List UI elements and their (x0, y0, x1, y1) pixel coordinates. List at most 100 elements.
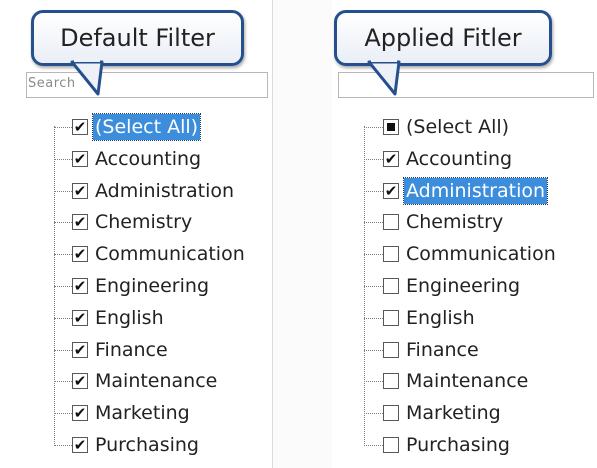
filter-item[interactable]: ✔ Administration (72, 176, 236, 206)
tree-line (54, 126, 55, 444)
checkmark-icon: ✔ (384, 181, 398, 200)
callout-pointer (70, 58, 104, 96)
checkmark-icon: ✔ (73, 372, 87, 391)
callout-pointer (367, 58, 401, 96)
filter-item[interactable]: ✔ Finance (72, 335, 170, 365)
filter-item[interactable]: Marketing (383, 398, 503, 428)
filter-item[interactable]: ✔ Accounting (383, 144, 514, 174)
indeterminate-icon (387, 123, 395, 131)
filter-item[interactable]: Engineering (383, 271, 522, 301)
filter-item-label: Administration (95, 179, 235, 202)
tree-connector (54, 381, 72, 383)
filter-list-applied: (Select All) ✔ Accounting ✔ Administration Ch… (332, 112, 597, 468)
filter-item[interactable]: ✔ Marketing (72, 398, 192, 428)
filter-item[interactable]: English (383, 303, 477, 333)
filter-item-label: Finance (95, 338, 168, 361)
checkmark-icon: ✔ (73, 149, 87, 168)
checkmark-icon: ✔ (73, 308, 87, 327)
filter-item[interactable]: Communication (383, 239, 558, 269)
filter-item-label: Accounting (406, 147, 513, 170)
tree-connector (364, 286, 383, 287)
tree-connector (54, 254, 72, 256)
filter-item[interactable]: ✔ Communication (72, 239, 247, 269)
indeterminate-checkbox[interactable] (383, 119, 399, 135)
checkbox[interactable] (383, 278, 399, 294)
checkbox[interactable]: ✔ (72, 404, 88, 423)
tree-line (364, 126, 365, 444)
filter-item-label: (Select All) (406, 116, 510, 138)
tree-connector (364, 445, 383, 446)
filter-item[interactable]: Chemistry (383, 207, 505, 237)
filter-item-label: Purchasing (406, 434, 510, 456)
checkbox[interactable]: ✔ (72, 119, 88, 135)
filter-item-label: Engineering (406, 275, 520, 297)
filter-item-label: English (95, 306, 164, 329)
tree-connector (364, 254, 383, 256)
filter-item-label: Finance (406, 338, 479, 361)
filter-item[interactable]: ✔ Accounting (72, 144, 203, 174)
filter-item[interactable]: Finance (383, 335, 481, 365)
filter-item[interactable]: ✔ Chemistry (72, 207, 194, 237)
tree-connector (364, 222, 383, 224)
tree-connector (364, 349, 383, 351)
tree-connector (54, 190, 72, 192)
filter-item[interactable]: ✔ Engineering (72, 271, 211, 301)
checkbox[interactable]: ✔ (383, 149, 399, 168)
filter-item[interactable]: ✔ English (72, 303, 166, 333)
checkbox[interactable] (383, 437, 399, 453)
filter-item[interactable]: Maintenance (383, 366, 530, 396)
checkmark-icon: ✔ (73, 118, 87, 136)
divider (272, 0, 334, 468)
filter-item-label: Accounting (95, 147, 202, 170)
checkmark-icon: ✔ (73, 436, 87, 454)
filter-list-default: ✔ (Select All) ✔ Accounting ✔ Administration ✔… (0, 112, 272, 468)
tree-connector (364, 381, 383, 383)
checkbox[interactable]: ✔ (72, 372, 88, 391)
checkmark-icon: ✔ (73, 340, 87, 359)
checkbox[interactable]: ✔ (72, 308, 88, 327)
checkbox[interactable]: ✔ (72, 182, 88, 199)
checkbox[interactable] (383, 214, 399, 231)
callout-text: Applied Fitler (364, 24, 522, 52)
checkbox[interactable]: ✔ (383, 181, 399, 200)
checkbox[interactable]: ✔ (72, 437, 88, 453)
filter-item-label: (Select All) (91, 113, 202, 141)
search-label: Search (28, 76, 76, 91)
tree-connector (54, 317, 72, 319)
checkbox[interactable] (383, 246, 399, 263)
filter-item-label: Chemistry (406, 211, 504, 234)
checkbox[interactable] (383, 341, 399, 358)
tree-connector (364, 413, 383, 415)
filter-item[interactable]: Purchasing (383, 430, 512, 460)
tree-connector (54, 413, 72, 415)
filter-item-label: Maintenance (95, 370, 218, 393)
callout-text: Default Filter (60, 24, 215, 52)
filter-item-label: Marketing (406, 402, 501, 425)
checkbox[interactable]: ✔ (72, 214, 88, 231)
checkbox[interactable]: ✔ (72, 278, 88, 294)
checkbox[interactable] (383, 373, 399, 390)
checkmark-icon: ✔ (73, 404, 87, 423)
tree-connector (54, 158, 72, 160)
tree-connector (364, 317, 383, 319)
filter-item-label: Communication (95, 243, 245, 266)
filter-item[interactable]: ✔ Purchasing (72, 430, 201, 460)
checkmark-icon: ✔ (73, 277, 87, 295)
checkbox[interactable]: ✔ (72, 340, 88, 359)
filter-item-label: Chemistry (95, 211, 193, 234)
filter-item-label: Purchasing (95, 434, 199, 456)
filter-item[interactable]: ✔ (Select All) (72, 112, 202, 142)
filter-item[interactable]: (Select All) (383, 112, 511, 142)
checkbox[interactable] (383, 405, 399, 422)
filter-item-label: Engineering (95, 275, 209, 297)
checkbox[interactable] (383, 309, 399, 326)
checkbox[interactable]: ✔ (72, 149, 88, 168)
filter-item[interactable]: ✔ Maintenance (72, 366, 219, 396)
tree-connector (54, 127, 72, 128)
filter-item-label: Marketing (95, 402, 190, 425)
checkmark-icon: ✔ (384, 149, 398, 168)
filter-item-label: English (406, 306, 475, 329)
checkbox[interactable]: ✔ (72, 246, 88, 263)
filter-item[interactable]: ✔ Administration (383, 176, 549, 206)
default-filter-panel: Search ✔ (Select All) ✔ Accounting ✔ Administ… (0, 0, 272, 468)
